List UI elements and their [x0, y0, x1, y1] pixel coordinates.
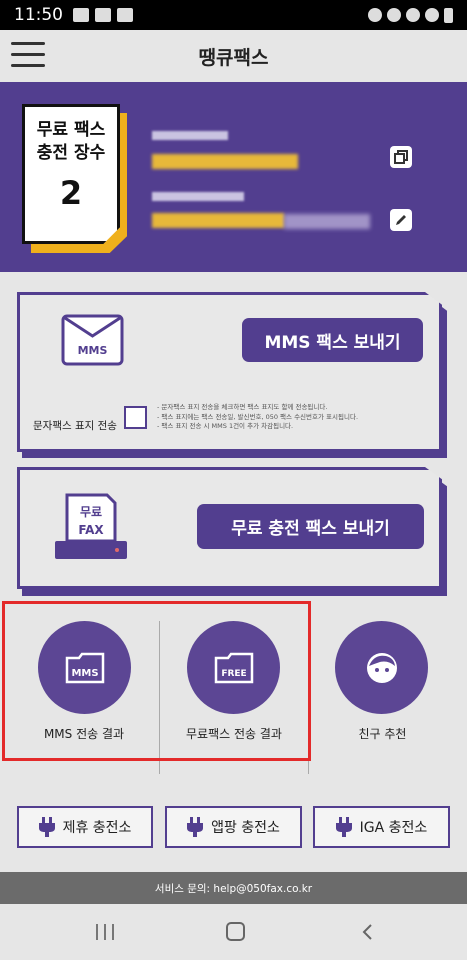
recent-apps-icon[interactable]	[96, 924, 114, 940]
home-icon[interactable]	[226, 922, 245, 941]
status-bar: 11:50	[0, 0, 467, 30]
highlight-box	[2, 601, 311, 761]
mms-envelope-label: MMS	[77, 344, 108, 357]
plug-icon	[335, 817, 352, 837]
appang-charge-label: 앱팡 충전소	[211, 820, 280, 836]
cover-note: - 문자팩스 표지 전송을 체크하면 팩스 표지도 함께 전송됩니다.	[157, 403, 328, 411]
cover-notes: - 문자팩스 표지 전송을 체크하면 팩스 표지도 함께 전송됩니다. - 팩스…	[157, 403, 412, 432]
credit-card-line2: 충전 장수	[36, 143, 106, 163]
app-bar: 땡큐팩스	[0, 30, 467, 82]
face-icon	[366, 652, 397, 683]
partner-charge-station-button[interactable]: 제휴 충전소	[17, 806, 153, 848]
fax-icon-line2: FAX	[78, 523, 104, 537]
cover-note: - 팩스 표지 전송 시 MMS 1건이 추가 차감됩니다.	[157, 422, 294, 430]
system-icons	[368, 7, 453, 23]
mms-envelope-icon	[61, 314, 124, 366]
fax-icon-label: 무료 FAX	[67, 503, 115, 539]
hamburger-menu-icon[interactable]	[11, 42, 45, 68]
copy-icon[interactable]	[390, 146, 412, 168]
email-label-redacted	[152, 192, 244, 201]
fax-icon-line1: 무료	[79, 505, 103, 519]
plug-icon	[38, 817, 55, 837]
invite-friend-label[interactable]: 친구 추천	[316, 725, 449, 742]
partner-charge-label: 제휴 충전소	[62, 820, 132, 836]
invite-friend-button[interactable]	[335, 621, 428, 714]
back-icon[interactable]	[359, 923, 377, 941]
email-value-redacted-tail	[284, 214, 370, 229]
status-time: 11:50	[14, 5, 63, 25]
edit-icon[interactable]	[390, 209, 412, 231]
fax-number-value-redacted	[152, 154, 298, 169]
free-fax-credit-card: 무료 팩스 충전 장수 2	[22, 104, 120, 244]
send-mms-fax-button[interactable]: MMS 팩스 보내기	[242, 318, 423, 362]
footer-contact: 서비스 문의: help@050fax.co.kr	[0, 872, 467, 904]
appang-charge-station-button[interactable]: 앱팡 충전소	[165, 806, 302, 848]
send-free-fax-button[interactable]: 무료 충전 팩스 보내기	[197, 504, 424, 549]
cover-note: - 팩스 표지에는 팩스 전송일, 발신번호, 050 팩스 수신번호가 표시됩…	[157, 412, 359, 421]
credit-count: 2	[59, 174, 83, 212]
cover-page-checkbox[interactable]	[124, 406, 147, 429]
cover-checkbox-label: 문자팩스 표지 전송	[33, 420, 117, 432]
app-title: 땡큐팩스	[198, 46, 269, 69]
email-value-redacted	[152, 213, 284, 228]
plug-icon	[187, 817, 204, 837]
fax-number-label-redacted	[152, 131, 228, 140]
credit-card-line1: 무료 팩스	[36, 120, 106, 140]
notification-icons	[73, 8, 133, 22]
iga-charge-station-button[interactable]: IGA 충전소	[313, 806, 450, 848]
iga-charge-label: IGA 충전소	[359, 820, 428, 836]
